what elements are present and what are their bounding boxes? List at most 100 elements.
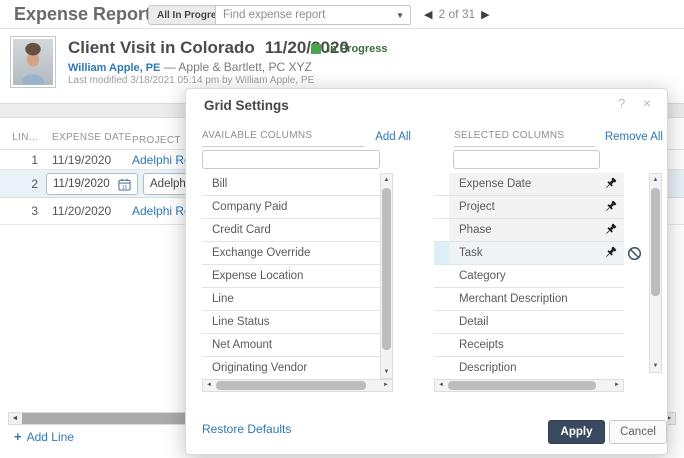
selected-list-vertical-scrollbar[interactable]: ▲ ▼	[649, 173, 662, 373]
selected-column-item[interactable]: Receipts	[434, 334, 624, 357]
scroll-down-icon[interactable]: ▼	[650, 360, 661, 372]
scrollbar-thumb[interactable]	[382, 188, 391, 350]
available-list-vertical-scrollbar[interactable]: ▲ ▼	[380, 173, 393, 379]
calendar-icon[interactable]: 15	[118, 178, 131, 194]
column-header-expense-date[interactable]: EXPENSE DATE	[52, 132, 132, 143]
selected-column-label: Task	[459, 247, 483, 259]
selected-column-label: Detail	[459, 316, 488, 328]
available-columns-list: Bill Company Paid Credit Card Exchange O…	[202, 173, 380, 379]
find-expense-report-input[interactable]	[215, 5, 411, 25]
drag-gutter	[434, 334, 449, 356]
drag-gutter	[434, 196, 449, 218]
find-expense-report-wrap: ▼	[215, 5, 411, 25]
available-column-item[interactable]: Bill	[202, 173, 380, 196]
scrollbar-thumb[interactable]	[216, 381, 366, 390]
status-label: In Progress	[327, 43, 388, 55]
scroll-down-icon[interactable]: ▼	[381, 366, 392, 378]
pin-icon[interactable]	[604, 200, 617, 216]
scrollbar-thumb[interactable]	[448, 381, 596, 390]
pin-icon[interactable]	[604, 223, 617, 239]
available-column-item[interactable]: Net Amount	[202, 334, 380, 357]
column-header-line[interactable]: LIN...	[0, 132, 38, 143]
scrollbar-thumb[interactable]	[651, 188, 660, 296]
cancel-button[interactable]: Cancel	[609, 420, 667, 444]
add-line-button[interactable]: + Add Line	[14, 429, 74, 444]
svg-text:15: 15	[122, 185, 128, 191]
expense-date-cell: 11/20/2020	[52, 204, 111, 218]
scroll-left-icon[interactable]: ◄	[203, 380, 215, 391]
scroll-up-icon[interactable]: ▲	[381, 174, 392, 186]
selected-columns-search-input[interactable]	[453, 150, 600, 169]
selected-column-label: Merchant Description	[459, 293, 568, 305]
available-list-horizontal-scrollbar[interactable]: ◄ ►	[202, 379, 393, 392]
drag-gutter	[434, 173, 449, 195]
available-column-item[interactable]: Exchange Override	[202, 242, 380, 265]
avatar-photo	[13, 39, 53, 85]
selected-column-label: Phase	[459, 224, 492, 236]
scroll-right-icon[interactable]: ►	[380, 380, 392, 391]
page-title: Expense Report	[14, 4, 151, 25]
scroll-up-icon[interactable]: ▲	[650, 174, 661, 186]
selected-column-label: Category	[459, 270, 506, 282]
selected-column-label: Receipts	[459, 339, 504, 351]
available-column-item[interactable]: Line Status	[202, 311, 380, 334]
selected-column-item[interactable]: Merchant Description	[434, 288, 624, 311]
available-columns-search-input[interactable]	[202, 150, 380, 169]
selected-list-horizontal-scrollbar[interactable]: ◄ ►	[434, 379, 624, 392]
selected-column-item[interactable]: Detail	[434, 311, 624, 334]
grid-settings-dialog: Grid Settings ? × AVAILABLE COLUMNS Add …	[185, 88, 668, 455]
selected-columns-label: SELECTED COLUMNS	[454, 130, 595, 147]
scroll-left-icon[interactable]: ◄	[435, 380, 447, 391]
drag-gutter	[434, 288, 449, 310]
selected-column-label: Description	[459, 362, 517, 374]
expense-report-app: Expense Report All In Progress ▼ ▼ ◀ 2 o…	[0, 0, 684, 458]
dialog-title: Grid Settings	[204, 98, 289, 113]
line-number: 3	[0, 204, 38, 218]
remove-all-link[interactable]: Remove All	[605, 131, 663, 147]
selected-column-item-dragging[interactable]: Task	[434, 242, 624, 265]
selected-columns-header: SELECTED COLUMNS Remove All	[454, 125, 663, 147]
scroll-right-icon[interactable]: ►	[611, 380, 623, 391]
top-bar: Expense Report All In Progress ▼ ▼ ◀ 2 o…	[0, 0, 684, 29]
selected-column-label: Project	[459, 201, 495, 213]
line-number: 1	[0, 153, 38, 167]
pager-text: 2 of 31	[438, 7, 475, 21]
pin-icon[interactable]	[604, 246, 617, 262]
selected-columns-list: Expense Date Project Phase Task	[434, 173, 624, 379]
selected-column-item[interactable]: Description	[434, 357, 624, 379]
drag-gutter	[434, 242, 449, 264]
close-icon[interactable]: ×	[643, 95, 651, 111]
prev-record-icon[interactable]: ◀	[424, 8, 432, 21]
scroll-left-icon[interactable]: ◄	[9, 413, 21, 424]
report-title: Client Visit in Colorado11/20/2020	[68, 38, 349, 58]
drag-gutter	[434, 219, 449, 241]
selected-column-item[interactable]: Project	[434, 196, 624, 219]
drag-gutter	[434, 357, 449, 379]
available-columns-header: AVAILABLE COLUMNS Add All	[202, 125, 411, 147]
add-all-link[interactable]: Add All	[375, 131, 411, 147]
selected-column-item[interactable]: Phase	[434, 219, 624, 242]
owner-separator: —	[164, 60, 176, 74]
available-column-item[interactable]: Credit Card	[202, 219, 380, 242]
available-column-item[interactable]: Expense Location	[202, 265, 380, 288]
selected-column-item[interactable]: Expense Date	[434, 173, 624, 196]
drag-gutter	[434, 265, 449, 287]
available-column-item[interactable]: Company Paid	[202, 196, 380, 219]
no-drop-cursor-icon	[627, 246, 642, 266]
help-icon[interactable]: ?	[618, 96, 625, 111]
owner-link[interactable]: William Apple, PE	[68, 62, 160, 74]
company-name: Apple & Bartlett, PC XYZ	[178, 60, 311, 74]
status-square-icon	[311, 44, 321, 54]
available-column-item[interactable]: Line	[202, 288, 380, 311]
chevron-down-icon[interactable]: ▼	[396, 11, 404, 20]
pin-icon[interactable]	[604, 177, 617, 193]
available-column-item[interactable]: Originating Vendor	[202, 357, 380, 379]
line-number: 2	[0, 177, 38, 191]
apply-button[interactable]: Apply	[548, 420, 605, 444]
next-record-icon[interactable]: ▶	[481, 8, 489, 21]
status-badge: In Progress	[311, 43, 388, 55]
restore-defaults-link[interactable]: Restore Defaults	[202, 422, 291, 436]
selected-column-item[interactable]: Category	[434, 265, 624, 288]
column-header-project[interactable]: PROJECT	[132, 135, 181, 146]
avatar	[10, 36, 56, 88]
